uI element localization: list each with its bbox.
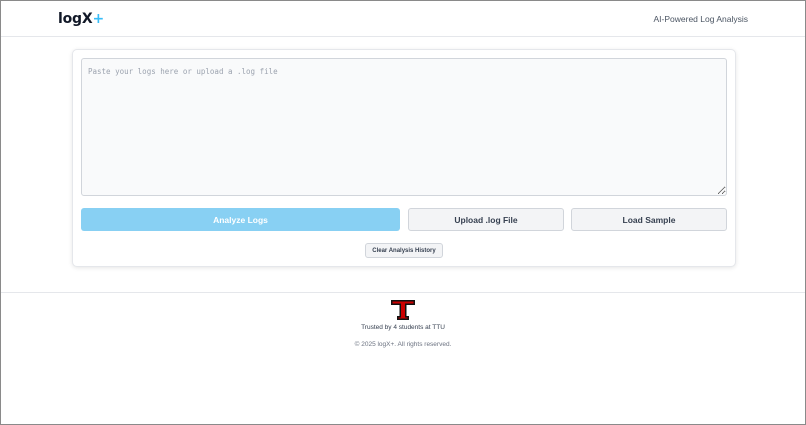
load-sample-button[interactable]: Load Sample [571,208,727,231]
trusted-by-text: Trusted by 4 students at TTU [361,324,445,331]
site-footer: Trusted by 4 students at TTU © 2025 logX… [1,292,805,424]
site-header: logX+ AI-Powered Log Analysis [1,1,805,37]
logo[interactable]: logX+ [58,11,104,27]
upload-log-file-button[interactable]: Upload .log File [408,208,564,231]
logo-text: logX [58,11,93,27]
clear-analysis-history-button[interactable]: Clear Analysis History [365,243,443,258]
logo-accent: + [92,11,104,27]
analyze-logs-button[interactable]: Analyze Logs [81,208,400,231]
log-input[interactable] [81,58,727,196]
tagline: AI-Powered Log Analysis [653,14,749,24]
analysis-card: Analyze Logs Upload .log File Load Sampl… [72,49,736,267]
ttu-double-t-icon [391,300,415,320]
copyright-text: © 2025 logX+. All rights reserved. [354,341,452,348]
